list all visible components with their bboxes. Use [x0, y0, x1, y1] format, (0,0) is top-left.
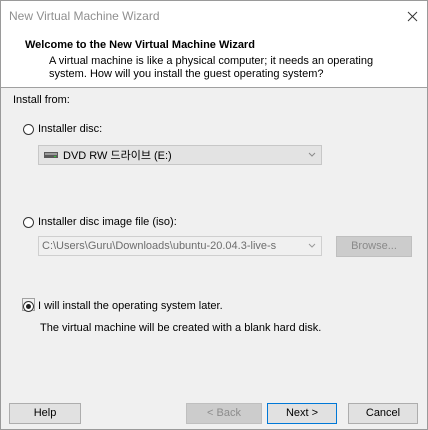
iso-image-label: Installer disc image file (iso): — [38, 216, 177, 228]
wizard-header: Welcome to the New Virtual Machine Wizar… — [1, 31, 427, 88]
chevron-down-icon — [307, 241, 317, 251]
installer-disc-radio[interactable] — [23, 123, 34, 135]
iso-image-option[interactable]: Installer disc image file (iso): — [23, 216, 177, 228]
close-button[interactable] — [397, 1, 427, 31]
header-description: A virtual machine is like a physical com… — [49, 55, 374, 80]
dvd-drive-icon — [43, 148, 59, 162]
installer-disc-option[interactable]: Installer disc: — [23, 123, 102, 135]
radio-selected-dot — [26, 303, 31, 309]
back-button[interactable]: < Back — [186, 403, 262, 424]
install-later-description: The virtual machine will be created with… — [40, 322, 322, 334]
install-later-label: I will install the operating system late… — [38, 300, 223, 312]
install-from-label: Install from: — [13, 94, 70, 106]
header-title: Welcome to the New Virtual Machine Wizar… — [25, 39, 255, 51]
next-button[interactable]: Next > — [267, 403, 337, 424]
wizard-footer: Help < Back Next > Cancel — [1, 393, 427, 429]
chevron-down-icon — [308, 152, 316, 157]
install-later-option[interactable]: I will install the operating system late… — [23, 300, 223, 312]
window-title: New Virtual Machine Wizard — [9, 9, 160, 23]
title-bar: New Virtual Machine Wizard — [1, 1, 427, 31]
help-button[interactable]: Help — [9, 403, 81, 424]
install-later-radio[interactable] — [23, 300, 34, 312]
cancel-button[interactable]: Cancel — [348, 403, 418, 424]
installer-disc-label: Installer disc: — [38, 123, 103, 135]
wizard-window: New Virtual Machine Wizard Welcome to th… — [0, 0, 428, 430]
browse-button[interactable]: Browse... — [336, 236, 412, 257]
disc-drive-select[interactable]: DVD RW 드라이브 (E:) — [38, 145, 322, 165]
iso-path-value: C:\Users\Guru\Downloads\ubuntu-20.04.3-l… — [42, 240, 277, 252]
close-icon — [407, 11, 417, 21]
wizard-content: Install from: Installer disc: DVD RW 드라이… — [1, 88, 427, 393]
iso-image-radio[interactable] — [23, 216, 34, 228]
iso-path-input[interactable]: C:\Users\Guru\Downloads\ubuntu-20.04.3-l… — [38, 236, 322, 256]
disc-drive-value: DVD RW 드라이브 (E:) — [63, 150, 172, 162]
